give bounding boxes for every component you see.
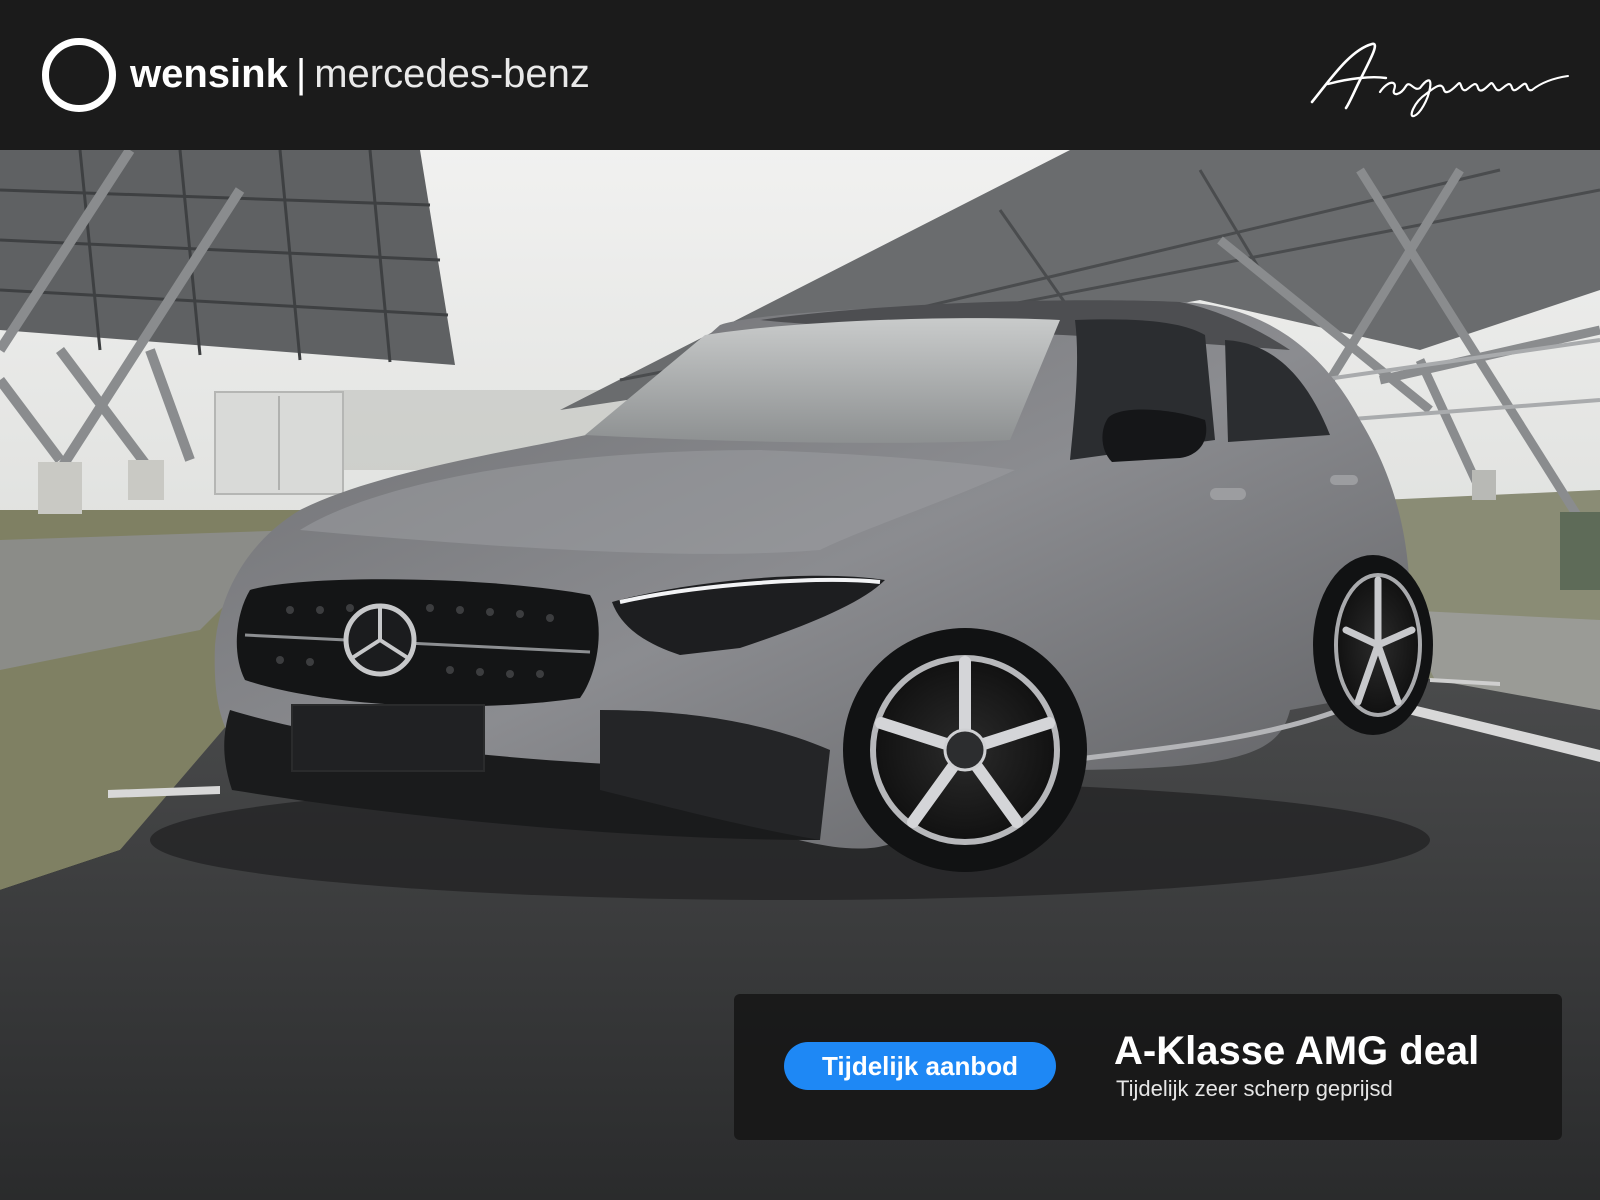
wensink-logo-icon [42, 38, 116, 112]
brand-main-text: wensink [130, 52, 288, 96]
brand-separator: | [295, 52, 307, 96]
brand-logo: wensink | mercedes-benz [130, 46, 590, 102]
promo-title: A-Klasse AMG deal [1114, 1029, 1480, 1073]
promo-badge[interactable]: Tijdelijk aanbod [784, 1042, 1056, 1090]
brand-sub-text: mercedes-benz [314, 52, 590, 96]
promo-subtitle: Tijdelijk zeer scherp geprijsd [1116, 1076, 1393, 1101]
header-bar: wensink | mercedes-benz [0, 0, 1600, 150]
promo-banner[interactable]: Tijdelijk aanbod A-Klasse AMG deal Tijde… [734, 994, 1562, 1140]
signature-logo [1310, 42, 1569, 118]
